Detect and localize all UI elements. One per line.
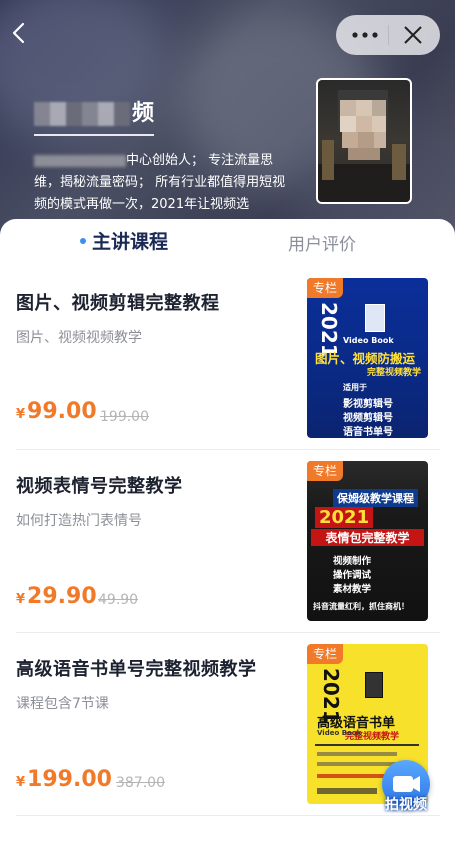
course-subtitle: 如何打造热门表情号 <box>16 513 142 529</box>
tab-reviews[interactable]: 用户评价 <box>288 230 356 255</box>
tab-bar: 主讲课程 用户评价 <box>0 219 455 267</box>
list-divider <box>16 632 440 633</box>
original-price: 199.00 <box>100 409 149 425</box>
blurred-description-mask <box>34 154 126 167</box>
shoot-video-label: 拍视频 <box>385 797 427 813</box>
course-price: ¥29.90 <box>16 584 97 609</box>
column-badge: 专栏 <box>307 461 343 481</box>
course-subtitle: 课程包含7节课 <box>16 696 109 712</box>
original-price: 49.90 <box>98 592 139 608</box>
course-cover[interactable]: 专栏 保姆级教学课程 2021 表情包完整教学 视频制作 操作调试 素材教学 抖… <box>307 461 428 621</box>
tab-reviews-label: 用户评价 <box>288 235 356 255</box>
list-divider <box>16 815 440 816</box>
tab-courses[interactable]: 主讲课程 <box>80 227 168 254</box>
more-icon[interactable] <box>350 28 380 42</box>
cover-line: 影视剪辑号 <box>343 399 393 410</box>
cover-rule <box>315 744 419 746</box>
cover-year: 2021 <box>315 507 374 528</box>
price-value: 199.00 <box>27 767 112 792</box>
list-divider <box>16 449 440 450</box>
teacher-avatar <box>316 78 412 204</box>
cover-subheadline: 表情包完整教学 <box>311 529 424 546</box>
teacher-description: 中心创始人； 专注流量思维，揭秘流量密码； 所有行业都值得用短视频的模式再做一次… <box>34 150 294 216</box>
capsule-separator <box>388 25 389 45</box>
course-cover[interactable]: 专栏 2021 Video Book 图片、视频防搬运 完整视频教学 适用于 影… <box>307 278 428 438</box>
teacher-header: 频 中心创始人； 专注流量思维，揭秘流量密码； 所有行业都值得用短视频的模式再做… <box>0 0 455 240</box>
course-list: 图片、视频剪辑完整教程 图片、视频视频教学 ¥99.00 199.00 专栏 2… <box>0 267 455 844</box>
teacher-name-text: 频 <box>132 101 156 126</box>
mini-program-capsule <box>336 15 440 55</box>
price-value: 99.00 <box>27 399 97 424</box>
cover-footer: 抖音流量红利，抓住商机！ <box>313 602 409 611</box>
cover-detail-line <box>317 774 387 778</box>
cover-headline: 保姆级教学课程 <box>333 489 418 507</box>
name-underline <box>34 134 154 136</box>
tab-courses-label: 主讲课程 <box>92 231 169 253</box>
cover-small-text: Video Book <box>343 336 394 345</box>
column-badge: 专栏 <box>307 278 343 298</box>
teacher-name: 频 <box>34 95 155 127</box>
blurred-name-mask <box>34 102 130 126</box>
cover-book-icon <box>365 672 383 698</box>
cover-small-text: Video Book <box>317 729 362 737</box>
cover-detail-line <box>317 788 377 794</box>
original-price: 387.00 <box>116 775 165 791</box>
close-icon[interactable] <box>402 24 424 46</box>
course-title: 高级语音书单号完整视频教学 <box>16 659 257 680</box>
price-value: 29.90 <box>27 584 97 609</box>
cover-line: 语音书单号 <box>343 427 393 438</box>
cover-applies-to: 适用于 <box>343 383 367 392</box>
active-tab-dot <box>80 237 86 244</box>
currency-symbol: ¥ <box>16 592 26 607</box>
cover-detail-line <box>317 752 397 756</box>
currency-symbol: ¥ <box>16 407 26 422</box>
course-title: 图片、视频剪辑完整教程 <box>16 293 220 314</box>
course-title: 视频表情号完整教学 <box>16 476 183 497</box>
course-subtitle: 图片、视频视频教学 <box>16 330 142 346</box>
course-price: ¥199.00 <box>16 767 112 792</box>
course-price: ¥99.00 <box>16 399 97 424</box>
back-arrow-icon[interactable] <box>8 20 32 46</box>
cover-line: 视频剪辑号 <box>343 413 393 424</box>
cover-line: 视频制作 <box>333 556 372 567</box>
cover-subheadline: 完整视频教学 <box>367 368 422 378</box>
shoot-video-button[interactable]: 拍视频 <box>378 760 434 818</box>
cover-line: 素材教学 <box>333 584 372 595</box>
currency-symbol: ¥ <box>16 775 26 790</box>
column-badge: 专栏 <box>307 644 343 664</box>
cover-line: 操作调试 <box>333 570 372 581</box>
cover-book-icon <box>365 304 385 332</box>
